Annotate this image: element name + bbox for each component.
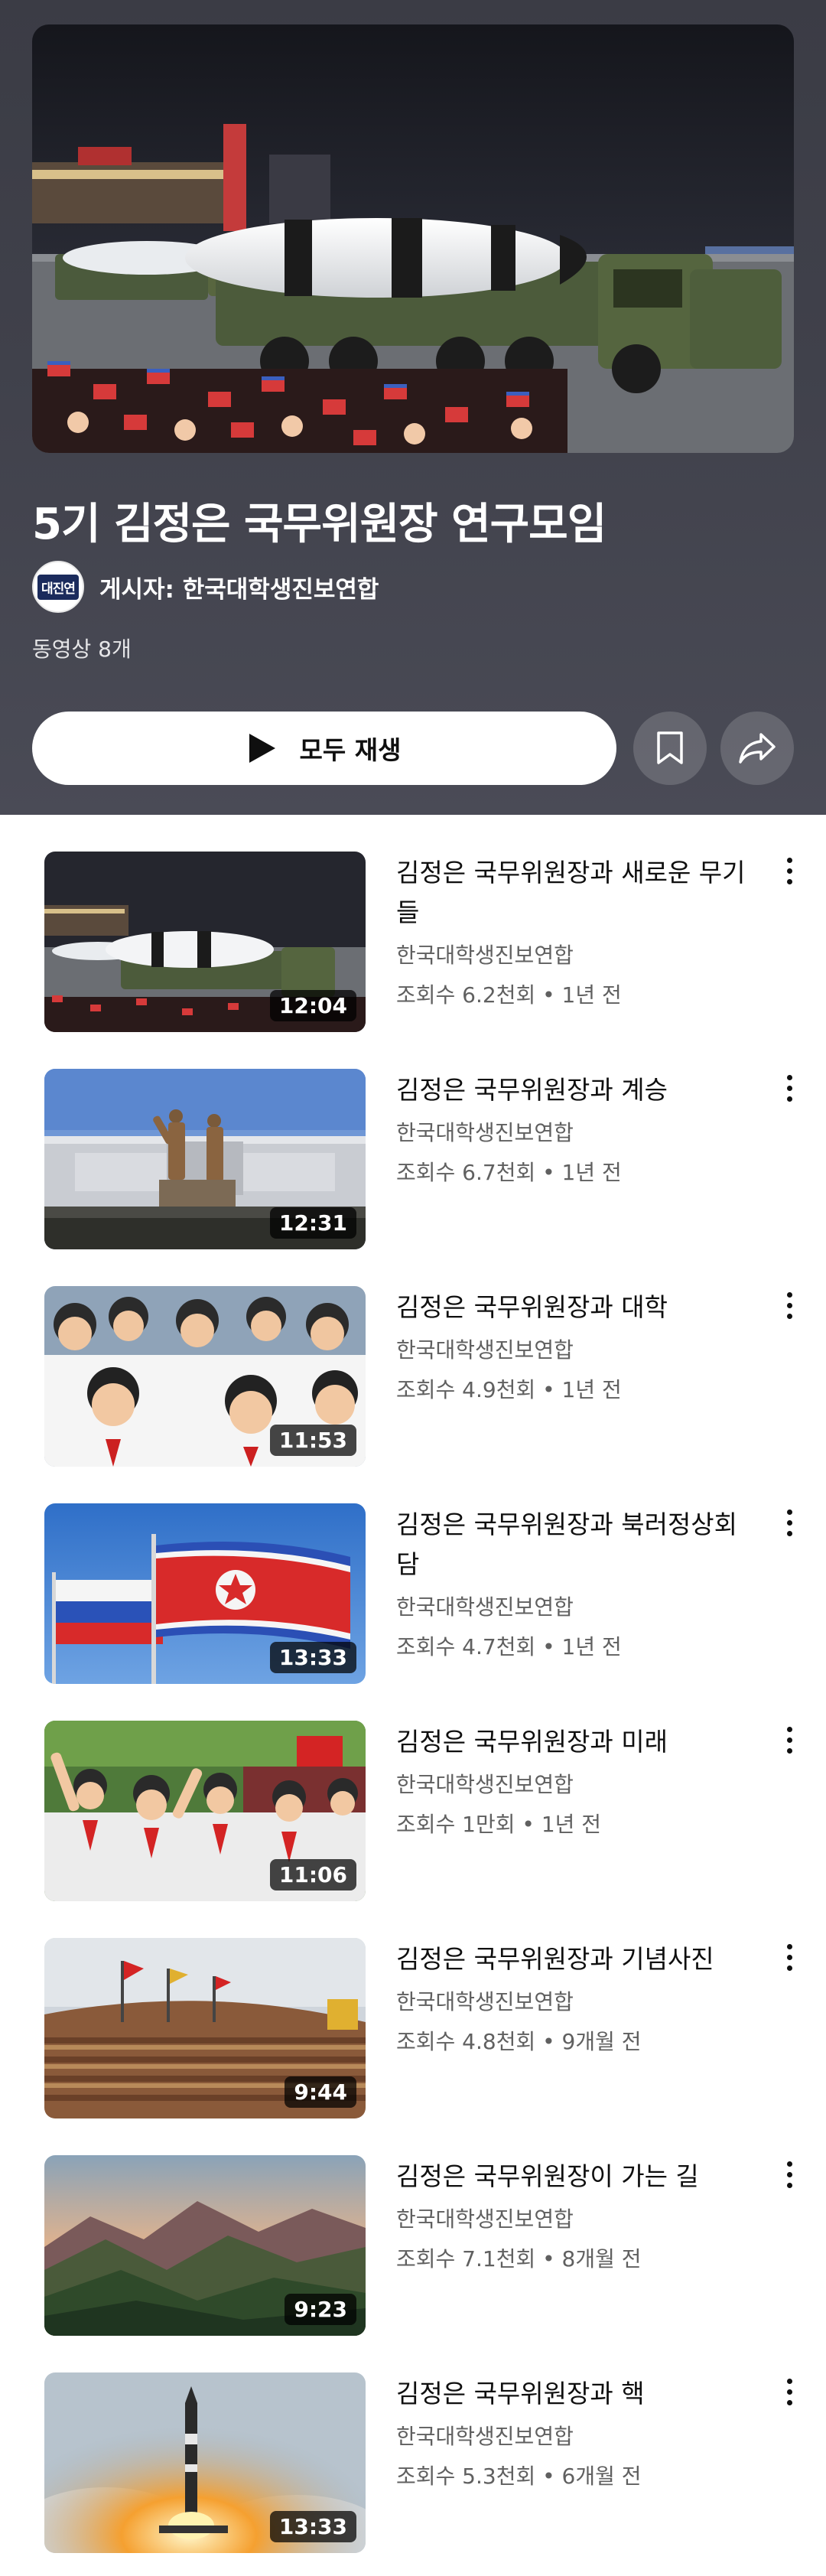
play-all-label: 모두 재생 xyxy=(299,735,402,765)
playlist-hero-thumbnail[interactable] xyxy=(32,24,794,453)
video-info[interactable]: 김정은 국무위원장과 북러정상회담 한국대학생진보연합 조회수 4.7천회 • … xyxy=(396,1505,756,1661)
bookmark-icon xyxy=(657,731,683,764)
video-menu-button[interactable] xyxy=(774,2158,805,2197)
video-channel: 한국대학생진보연합 xyxy=(396,943,574,968)
video-title[interactable]: 김정은 국무위원장과 대학 xyxy=(396,1288,756,1327)
video-item[interactable]: 13:33 김정은 국무위원장과 북러정상회담 한국대학생진보연합 조회수 4.… xyxy=(0,1467,826,1684)
playlist-actions: 모두 재생 xyxy=(32,712,794,785)
video-menu-button[interactable] xyxy=(774,855,805,893)
author-label[interactable]: 게시자: 한국대학생진보연합 xyxy=(99,570,379,604)
hero-image xyxy=(32,24,794,453)
play-icon xyxy=(249,734,275,763)
video-duration: 13:33 xyxy=(269,1642,356,1673)
video-meta: 조회수 6.7천회 • 1년 전 xyxy=(396,1160,622,1185)
video-meta: 조회수 4.7천회 • 1년 전 xyxy=(396,1634,622,1659)
video-thumbnail[interactable]: 9:44 xyxy=(44,1938,366,2118)
video-item[interactable]: 12:04 김정은 국무위원장과 새로운 무기들 한국대학생진보연합 조회수 6… xyxy=(0,815,826,1032)
video-meta: 조회수 1만회 • 1년 전 xyxy=(396,1812,602,1837)
share-icon xyxy=(739,733,776,764)
video-title[interactable]: 김정은 국무위원장과 새로운 무기들 xyxy=(396,853,756,933)
video-duration: 13:33 xyxy=(269,2511,356,2542)
video-info[interactable]: 김정은 국무위원장과 계승 한국대학생진보연합 조회수 6.7천회 • 1년 전 xyxy=(396,1070,756,1187)
video-item[interactable]: 13:33 김정은 국무위원장과 핵 한국대학생진보연합 조회수 5.3천회 •… xyxy=(0,2336,826,2553)
video-channel: 한국대학생진보연합 xyxy=(396,2206,574,2232)
video-duration: 11:53 xyxy=(269,1425,356,1456)
video-info[interactable]: 김정은 국무위원장과 미래 한국대학생진보연합 조회수 1만회 • 1년 전 xyxy=(396,1722,756,1838)
playlist-author[interactable]: 대진연 게시자: 한국대학생진보연합 xyxy=(32,560,379,614)
more-vert-icon xyxy=(786,1724,792,1762)
video-item[interactable]: 12:31 김정은 국무위원장과 계승 한국대학생진보연합 조회수 6.7천회 … xyxy=(0,1032,826,1249)
author-name[interactable]: 한국대학생진보연합 xyxy=(183,576,379,604)
video-channel: 한국대학생진보연합 xyxy=(396,2424,574,2449)
video-thumbnail[interactable]: 12:04 xyxy=(44,852,366,1032)
more-vert-icon xyxy=(786,2376,792,2414)
video-menu-button[interactable] xyxy=(774,1941,805,1979)
video-thumbnail[interactable]: 9:23 xyxy=(44,2155,366,2336)
video-info[interactable]: 김정은 국무위원장과 대학 한국대학생진보연합 조회수 4.9천회 • 1년 전 xyxy=(396,1288,756,1404)
video-channel: 한국대학생진보연합 xyxy=(396,1337,574,1363)
channel-avatar[interactable]: 대진연 xyxy=(32,561,84,613)
video-thumbnail[interactable]: 11:06 xyxy=(44,1721,366,1901)
video-title[interactable]: 김정은 국무위원장과 계승 xyxy=(396,1070,756,1110)
video-title[interactable]: 김정은 국무위원장이 가는 길 xyxy=(396,2157,756,2197)
more-vert-icon xyxy=(786,1072,792,1110)
video-menu-button[interactable] xyxy=(774,2376,805,2414)
video-title[interactable]: 김정은 국무위원장과 기념사진 xyxy=(396,1939,756,1979)
video-info[interactable]: 김정은 국무위원장과 핵 한국대학생진보연합 조회수 5.3천회 • 6개월 전 xyxy=(396,2374,756,2490)
video-meta: 조회수 4.8천회 • 9개월 전 xyxy=(396,2029,642,2054)
video-item[interactable]: 9:23 김정은 국무위원장이 가는 길 한국대학생진보연합 조회수 7.1천회… xyxy=(0,2118,826,2336)
video-title[interactable]: 김정은 국무위원장과 핵 xyxy=(396,2374,756,2414)
video-thumbnail[interactable]: 12:31 xyxy=(44,1069,366,1249)
video-info[interactable]: 김정은 국무위원장과 새로운 무기들 한국대학생진보연합 조회수 6.2천회 •… xyxy=(396,853,756,1009)
video-menu-button[interactable] xyxy=(774,1072,805,1110)
video-title[interactable]: 김정은 국무위원장과 북러정상회담 xyxy=(396,1505,756,1584)
more-vert-icon xyxy=(786,1941,792,1979)
video-item[interactable]: 9:44 김정은 국무위원장과 기념사진 한국대학생진보연합 조회수 4.8천회… xyxy=(0,1901,826,2118)
video-duration: 12:31 xyxy=(269,1207,356,1239)
video-meta: 조회수 7.1천회 • 8개월 전 xyxy=(396,2246,642,2272)
video-duration: 9:23 xyxy=(285,2294,356,2325)
video-meta: 조회수 4.9천회 • 1년 전 xyxy=(396,1377,622,1402)
video-channel: 한국대학생진보연합 xyxy=(396,1772,574,1797)
video-info[interactable]: 김정은 국무위원장이 가는 길 한국대학생진보연합 조회수 7.1천회 • 8개… xyxy=(396,2157,756,2273)
video-thumbnail[interactable]: 13:33 xyxy=(44,1503,366,1684)
video-info[interactable]: 김정은 국무위원장과 기념사진 한국대학생진보연합 조회수 4.8천회 • 9개… xyxy=(396,1939,756,2056)
video-item[interactable]: 11:06 김정은 국무위원장과 미래 한국대학생진보연합 조회수 1만회 • … xyxy=(0,1684,826,1901)
share-button[interactable] xyxy=(720,712,794,785)
video-duration: 9:44 xyxy=(285,2076,356,2108)
more-vert-icon xyxy=(786,855,792,893)
video-channel: 한국대학생진보연합 xyxy=(396,1989,574,2014)
video-title[interactable]: 김정은 국무위원장과 미래 xyxy=(396,1722,756,1762)
author-prefix: 게시자: xyxy=(99,575,183,604)
video-meta: 조회수 6.2천회 • 1년 전 xyxy=(396,982,622,1008)
video-item[interactable]: 11:53 김정은 국무위원장과 대학 한국대학생진보연합 조회수 4.9천회 … xyxy=(0,1249,826,1467)
video-channel: 한국대학생진보연합 xyxy=(396,1594,574,1620)
video-meta: 조회수 5.3천회 • 6개월 전 xyxy=(396,2464,642,2489)
video-thumbnail[interactable]: 13:33 xyxy=(44,2372,366,2553)
video-menu-button[interactable] xyxy=(774,1724,805,1762)
more-vert-icon xyxy=(786,2158,792,2197)
video-duration: 12:04 xyxy=(269,990,356,1021)
video-channel: 한국대학생진보연합 xyxy=(396,1120,574,1145)
playlist-header: 5기 김정은 국무위원장 연구모임 대진연 게시자: 한국대학생진보연합 동영상… xyxy=(0,0,826,815)
video-menu-button[interactable] xyxy=(774,1506,805,1545)
more-vert-icon xyxy=(786,1506,792,1545)
video-menu-button[interactable] xyxy=(774,1289,805,1327)
more-vert-icon xyxy=(786,1289,792,1327)
save-playlist-button[interactable] xyxy=(633,712,707,785)
video-thumbnail[interactable]: 11:53 xyxy=(44,1286,366,1467)
video-duration: 11:06 xyxy=(269,1859,356,1890)
play-all-button[interactable]: 모두 재생 xyxy=(32,712,616,785)
avatar-logo-text: 대진연 xyxy=(37,574,79,600)
video-count: 동영상 8개 xyxy=(32,637,132,662)
playlist-title: 5기 김정은 국무위원장 연구모임 xyxy=(32,500,606,549)
